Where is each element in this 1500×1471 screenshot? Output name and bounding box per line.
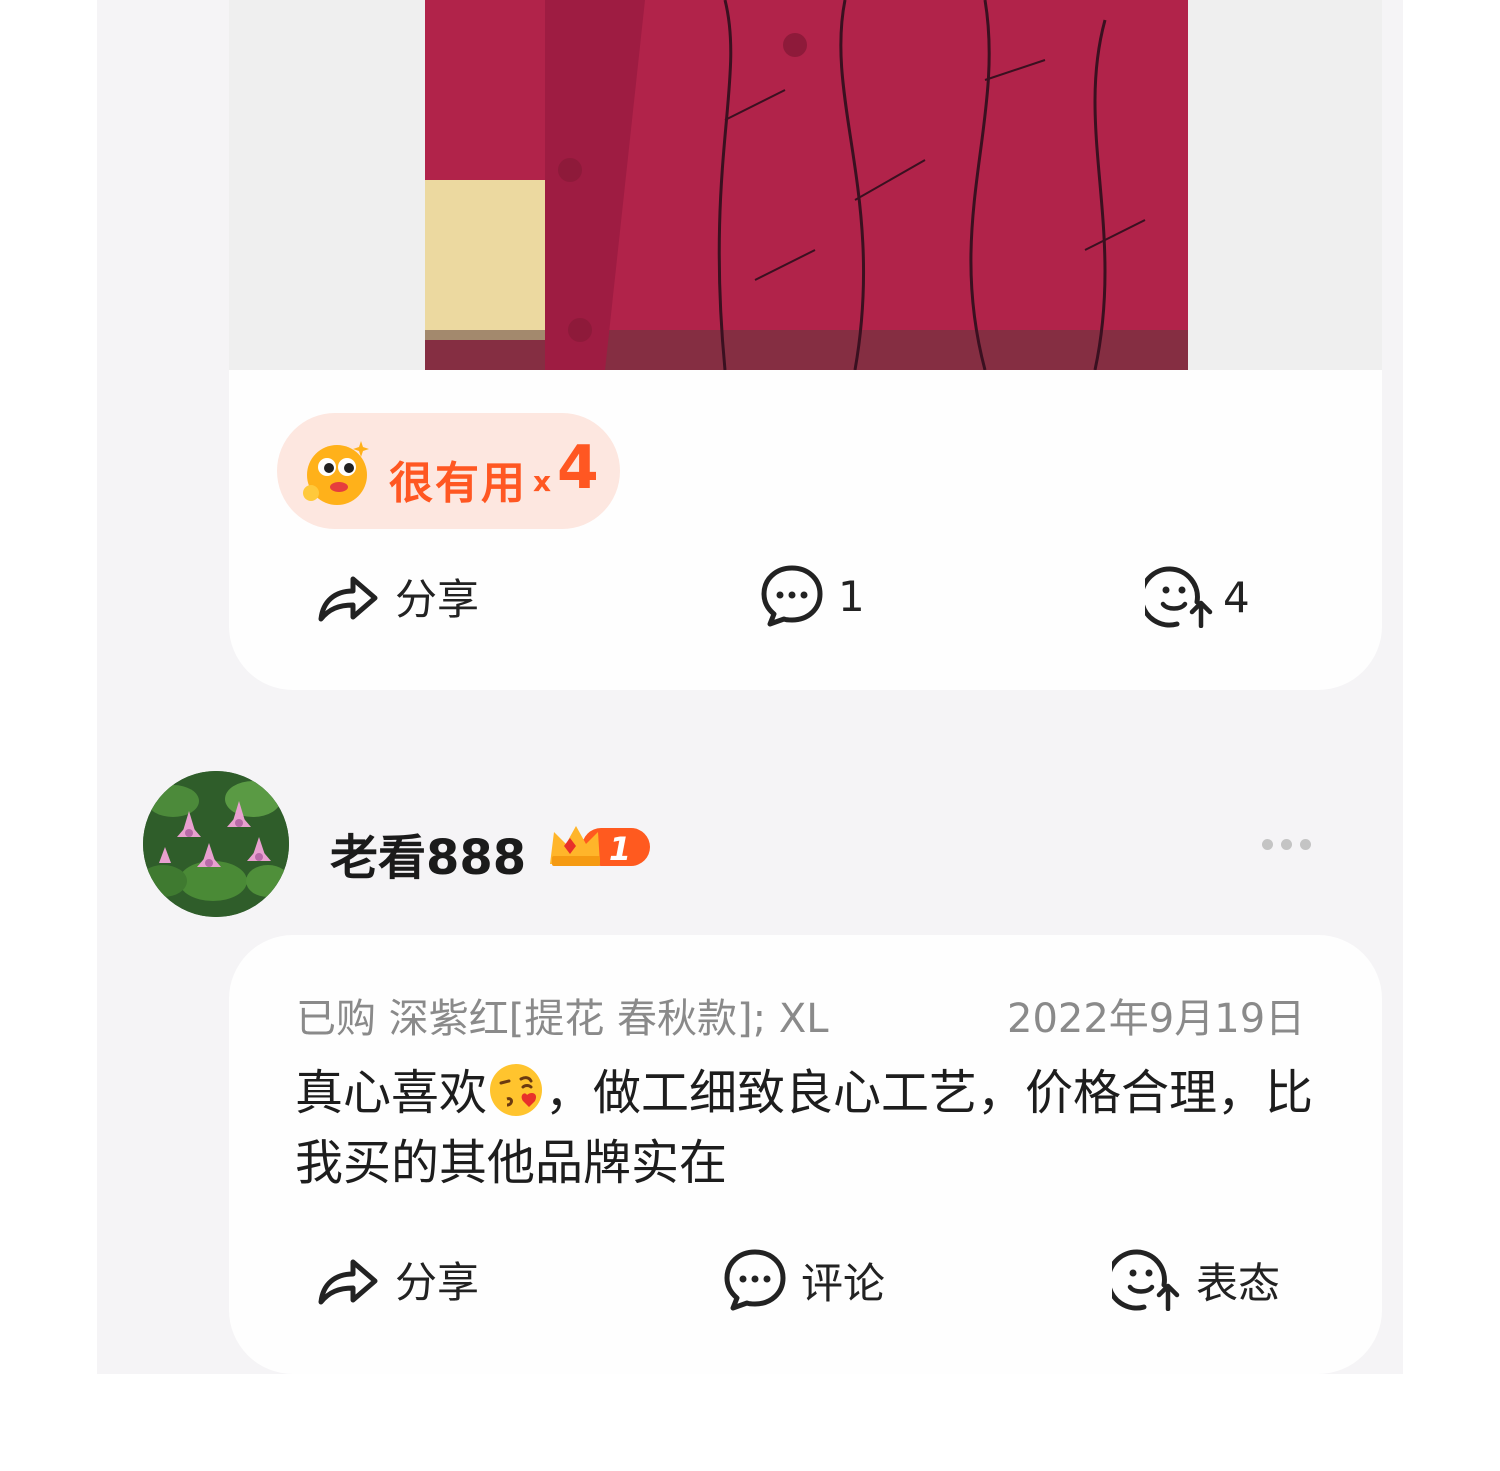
- avatar-image: [143, 771, 289, 917]
- share-label: 分享: [395, 575, 480, 624]
- useful-label: 很有用: [389, 458, 527, 509]
- useful-badge[interactable]: 很有用 x 4: [277, 413, 620, 529]
- dress-photo-graphic: [425, 0, 1188, 370]
- dot-icon: [1300, 838, 1311, 850]
- review-photo[interactable]: [425, 0, 1188, 370]
- share-icon: [318, 1259, 378, 1304]
- react-emoji-icon: [1112, 1249, 1180, 1311]
- comment-button[interactable]: 1: [760, 564, 865, 628]
- vip-level-badge: 1: [548, 822, 652, 870]
- review-date: 2022年9月19日: [1007, 996, 1306, 1042]
- crown-icon: 1: [550, 826, 650, 868]
- dot-icon: [1262, 838, 1273, 850]
- username[interactable]: 老看888: [330, 818, 526, 888]
- react-emoji-icon: [1145, 566, 1213, 628]
- react-button[interactable]: 4: [1145, 566, 1250, 628]
- dot-icon: [1281, 838, 1292, 850]
- avatar[interactable]: [143, 771, 289, 917]
- useful-count: 4: [557, 433, 599, 503]
- comment-count: 1: [838, 571, 865, 621]
- purchase-spec: 已购 深紫红[提花 春秋款]; XL: [296, 996, 829, 1042]
- react-count: 4: [1223, 572, 1250, 622]
- share-label: 分享: [395, 1258, 480, 1307]
- share-button[interactable]: 分享: [315, 1249, 479, 1310]
- kiss-emoji-icon: [490, 1064, 543, 1116]
- review-text: 真心喜欢 ，做工细致良心工艺，价格合理，比我买的其他品牌实在: [295, 1058, 1315, 1198]
- share-button[interactable]: 分享: [315, 566, 479, 627]
- useful-multiplier: x: [533, 465, 552, 498]
- comment-button[interactable]: 评论: [723, 1248, 885, 1312]
- comment-label: 评论: [801, 1258, 886, 1308]
- review-text-part1: 真心喜欢: [295, 1065, 488, 1121]
- comment-icon: [724, 1249, 786, 1311]
- vip-level-number: 1: [609, 830, 631, 868]
- react-button[interactable]: 表态: [1112, 1249, 1280, 1311]
- useful-emoji-icon: [303, 441, 369, 505]
- react-label: 表态: [1196, 1258, 1281, 1308]
- comment-icon: [761, 565, 823, 627]
- share-icon: [318, 576, 378, 621]
- review-image-area: [229, 0, 1382, 370]
- more-options-button[interactable]: [1262, 832, 1326, 856]
